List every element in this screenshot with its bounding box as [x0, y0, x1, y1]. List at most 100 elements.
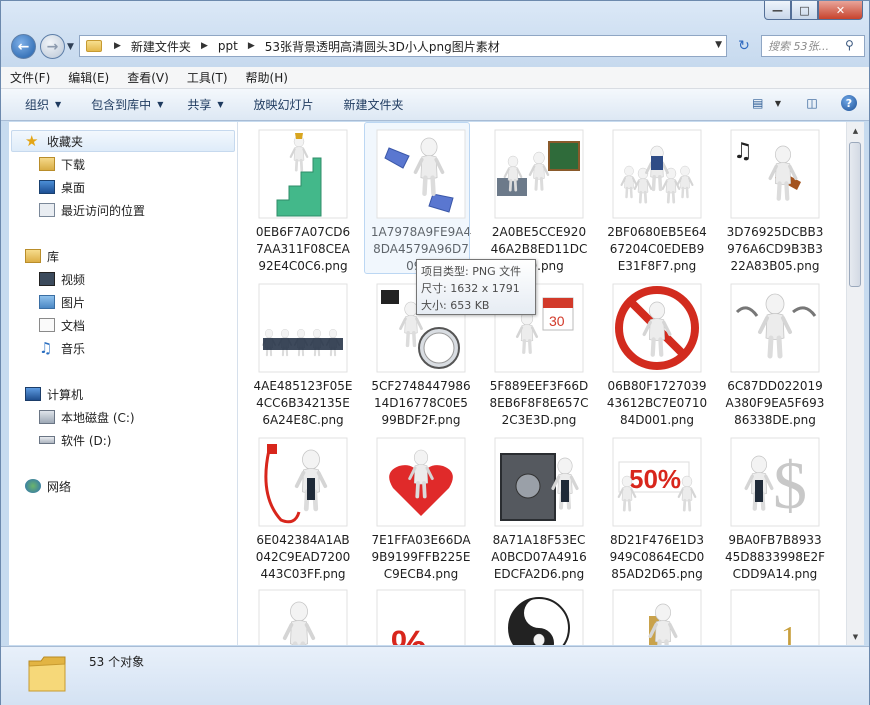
file-thumbnail[interactable]	[255, 436, 351, 528]
file-thumbnail[interactable]	[491, 436, 587, 528]
organize-label: 组织	[25, 98, 50, 112]
breadcrumb-item[interactable]: ppt	[218, 39, 238, 53]
file-thumbnail[interactable]: 50%	[609, 436, 705, 528]
maximize-button[interactable]: □	[791, 1, 818, 20]
help-icon[interactable]: ?	[841, 95, 857, 111]
file-item[interactable]	[604, 588, 710, 645]
file-thumbnail[interactable]	[373, 128, 469, 220]
file-item[interactable]: 6E042384A1AB 042C9EAD7200 443C03FF.png	[250, 436, 356, 583]
file-name: 06B80F1727039 43612BC7E0710 84D001.png	[604, 378, 710, 429]
chevron-down-icon[interactable]: ▼	[715, 40, 722, 50]
scroll-up-icon[interactable]: ▲	[847, 122, 864, 139]
search-icon[interactable]: ⚲	[845, 38, 861, 54]
scroll-down-icon[interactable]: ▼	[847, 628, 864, 645]
sidebar-item-recent[interactable]: 最近访问的位置	[39, 200, 145, 220]
breadcrumb-item[interactable]: 新建文件夹	[131, 38, 191, 55]
file-thumbnail[interactable]: ♫	[727, 128, 823, 220]
file-item[interactable]: 50% 8D21F476E1D3 949C0864ECD0 85AD2D65.png	[604, 436, 710, 583]
file-item[interactable]: %	[368, 588, 474, 645]
file-thumbnail[interactable]	[727, 282, 823, 374]
figure-safe-icon	[494, 437, 584, 527]
menu-view[interactable]: 查看(V)	[118, 69, 178, 86]
file-thumbnail[interactable]	[491, 128, 587, 220]
command-bar-right: ▤ ▼ ◫ ?	[749, 94, 857, 112]
preview-pane-icon[interactable]: ◫	[803, 94, 821, 112]
file-item[interactable]: 8A71A18F53EC A0BCD07A4916 EDCFA2D6.png	[486, 436, 592, 583]
file-thumbnail[interactable]: $	[727, 436, 823, 528]
sidebar-item-drive-c[interactable]: 本地磁盘 (C:)	[39, 407, 135, 427]
chevron-right-icon[interactable]: ▶	[114, 41, 121, 51]
file-name: 6E042384A1AB 042C9EAD7200 443C03FF.png	[250, 532, 356, 583]
file-item[interactable]: 06B80F1727039 43612BC7E0710 84D001.png	[604, 282, 710, 429]
share-button[interactable]: 共享 ▼	[177, 93, 233, 117]
menu-edit[interactable]: 编辑(E)	[59, 69, 118, 86]
sidebar-item-downloads[interactable]: 下载	[39, 154, 85, 174]
sidebar-item-documents[interactable]: 文档	[39, 315, 85, 335]
vertical-scrollbar[interactable]: ▲ ▼	[846, 122, 864, 645]
breadcrumb-item[interactable]: 53张背景透明高清圆头3D小人png图片素材	[265, 38, 500, 55]
refresh-icon: ↻	[738, 38, 750, 54]
file-thumbnail[interactable]: 13	[727, 588, 823, 645]
chevron-right-icon[interactable]: ▶	[201, 41, 208, 51]
sidebar-item-music[interactable]: ♫ 音乐	[39, 338, 85, 358]
file-thumbnail[interactable]	[255, 128, 351, 220]
file-item[interactable]: 0EB6F7A07CD6 7AA311F08CEA 92E4C0C6.png	[250, 128, 356, 275]
new-folder-button[interactable]: 新建文件夹	[334, 93, 414, 117]
menu-file[interactable]: 文件(F)	[1, 69, 59, 86]
sidebar-item-drive-d[interactable]: 软件 (D:)	[39, 430, 111, 450]
file-item[interactable]: 4AE485123F05E 4CC6B342135E 6A24E8C.png	[250, 282, 356, 429]
svg-text:3: 3	[747, 641, 757, 645]
sidebar-item-computer[interactable]: 计算机	[25, 384, 83, 404]
chevron-down-icon[interactable]: ▼	[775, 99, 781, 108]
close-button[interactable]: ✕	[818, 1, 863, 20]
figure-percent-sign-icon: 50%	[612, 437, 702, 527]
file-name: 3D76925DCBB3 976A6CD9B3B3 22A83B05.png	[722, 224, 828, 275]
recent-pages-dropdown[interactable]: ▼	[67, 42, 74, 52]
view-options-icon[interactable]: ▤	[749, 94, 767, 112]
file-thumbnail[interactable]	[373, 436, 469, 528]
menu-tools[interactable]: 工具(T)	[178, 69, 237, 86]
file-name: 8A71A18F53EC A0BCD07A4916 EDCFA2D6.png	[486, 532, 592, 583]
include-library-button[interactable]: 包含到库中 ▼	[81, 93, 173, 117]
file-item[interactable]	[250, 588, 356, 645]
file-item[interactable]	[486, 588, 592, 645]
file-name-line: 9BA0FB7B8933	[728, 533, 822, 547]
slideshow-button[interactable]: 放映幻灯片	[244, 93, 324, 117]
scrollbar-thumb[interactable]	[849, 142, 861, 287]
organize-button[interactable]: 组织 ▼	[15, 93, 71, 117]
file-item[interactable]: $9BA0FB7B8933 45D8833998E2F CDD9A14.png	[722, 436, 828, 583]
chevron-right-icon[interactable]: ▶	[248, 41, 255, 51]
file-name-line: 22A83B05.png	[730, 259, 820, 273]
file-thumbnail[interactable]: %	[373, 588, 469, 645]
file-thumbnail[interactable]	[255, 588, 351, 645]
minimize-button[interactable]: —	[764, 1, 791, 20]
file-thumbnail[interactable]	[609, 128, 705, 220]
sidebar-item-favorites[interactable]: ★ 收藏夹	[25, 131, 83, 151]
file-item[interactable]: 7E1FFA03E66DA 9B9199FFB225E C9ECB4.png	[368, 436, 474, 583]
folder-icon	[86, 40, 102, 52]
sidebar-item-videos[interactable]: 视频	[39, 269, 85, 289]
menu-help[interactable]: 帮助(H)	[237, 69, 297, 86]
back-button[interactable]: ←	[11, 34, 36, 59]
forward-button[interactable]: →	[40, 34, 65, 59]
file-item[interactable]: 2A0BE5CCE920 46A2B8ED11DC 609.png	[486, 128, 592, 275]
refresh-button[interactable]: ↻	[733, 36, 755, 56]
file-item[interactable]: ♫ 3D76925DCBB3 976A6CD9B3B3 22A83B05.png	[722, 128, 828, 275]
search-input[interactable]: 搜索 53张... ⚲	[761, 35, 865, 57]
file-item[interactable]: 1A7978A9FE9A48DA4579A96D7092F	[364, 122, 474, 275]
file-thumbnail[interactable]	[255, 282, 351, 374]
file-item[interactable]: 6C87DD022019 A380F9EA5F693 86338DE.png	[722, 282, 828, 429]
file-thumbnail[interactable]	[609, 282, 705, 374]
file-name-line: A380F9EA5F693	[725, 396, 825, 410]
file-thumbnail[interactable]	[491, 588, 587, 645]
file-item[interactable]: 2BF0680EB5E64 67204C0EDEB9 E31F8F7.png	[604, 128, 710, 275]
sidebar-item-desktop[interactable]: 桌面	[39, 177, 85, 197]
sidebar-item-network[interactable]: 网络	[25, 476, 71, 496]
figure-prohibited-icon	[612, 283, 702, 373]
sidebar-item-pictures[interactable]: 图片	[39, 292, 85, 312]
figure-thinking-icon	[258, 589, 348, 645]
sidebar-item-libraries[interactable]: 库	[25, 246, 59, 266]
address-bar[interactable]: ▶ 新建文件夹 ▶ ppt ▶ 53张背景透明高清圆头3D小人png图片素材 ▼	[79, 35, 727, 57]
file-item[interactable]: 13	[722, 588, 828, 645]
file-thumbnail[interactable]	[609, 588, 705, 645]
